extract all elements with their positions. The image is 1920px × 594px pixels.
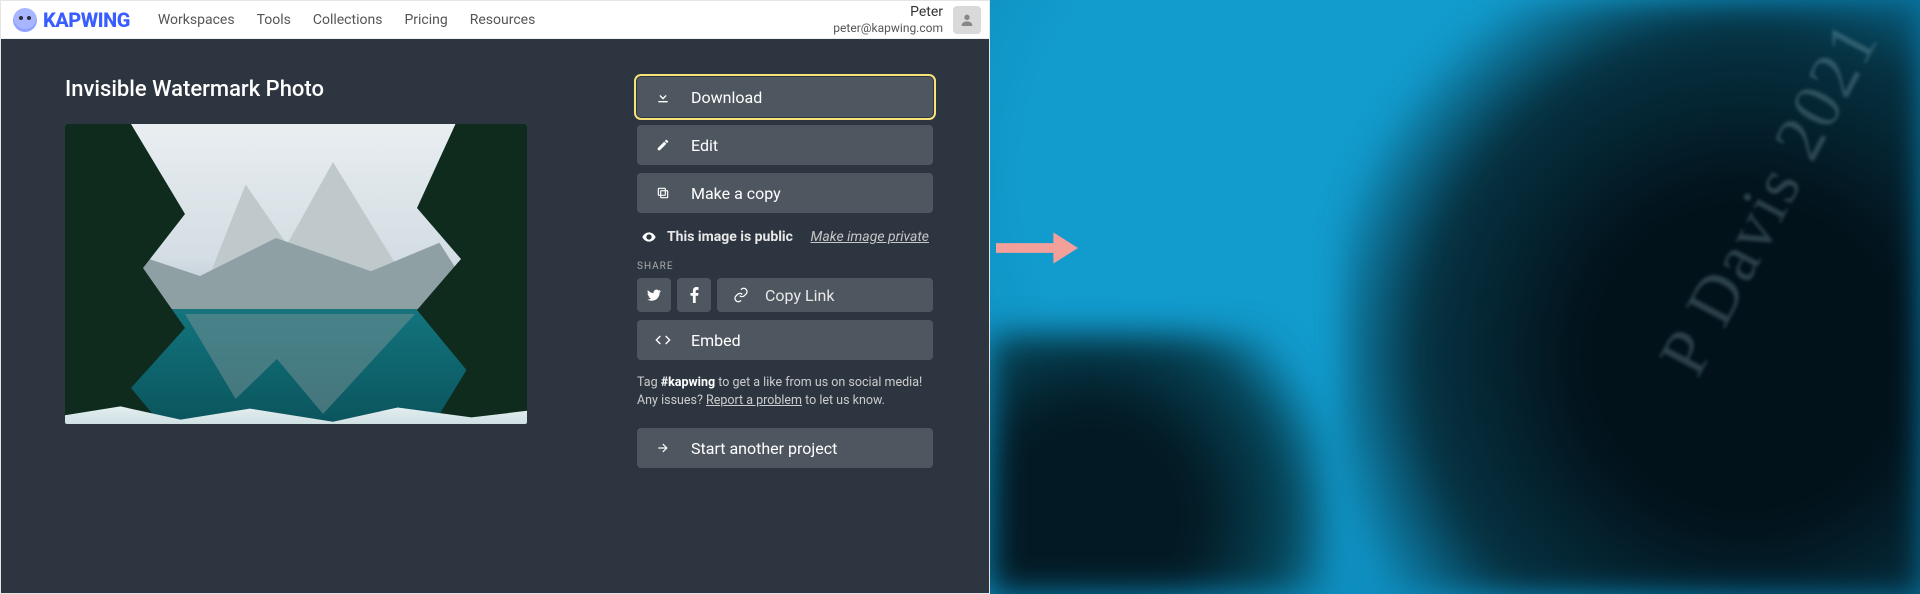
account-menu[interactable]: Peter peter@kapwing.com xyxy=(833,4,981,35)
make-private-link[interactable]: Make image private xyxy=(810,229,929,245)
avatar[interactable] xyxy=(953,6,981,34)
download-icon xyxy=(655,89,671,105)
share-twitter-button[interactable] xyxy=(637,278,671,312)
user-icon xyxy=(959,12,975,28)
brand-text: KAPWING xyxy=(43,8,130,32)
nav-resources[interactable]: Resources xyxy=(470,12,536,28)
nav-collections[interactable]: Collections xyxy=(313,12,383,28)
main-nav: Workspaces Tools Collections Pricing Res… xyxy=(158,12,535,28)
start-another-button[interactable]: Start another project xyxy=(637,428,933,468)
make-copy-button[interactable]: Make a copy xyxy=(637,173,933,213)
copy-link-label: Copy Link xyxy=(765,286,834,305)
download-label: Download xyxy=(691,88,762,107)
code-icon xyxy=(655,332,671,348)
project-preview[interactable] xyxy=(65,124,527,424)
annotation-arrow xyxy=(996,226,1078,270)
account-email: peter@kapwing.com xyxy=(833,21,943,35)
visibility-row: This image is public Make image private xyxy=(637,221,933,261)
start-another-label: Start another project xyxy=(691,439,837,458)
page-title: Invisible Watermark Photo xyxy=(65,77,527,102)
edit-button[interactable]: Edit xyxy=(637,125,933,165)
header: KAPWING Workspaces Tools Collections Pri… xyxy=(1,1,989,39)
link-icon xyxy=(733,287,749,303)
brand-logo[interactable]: KAPWING xyxy=(13,8,130,32)
make-copy-label: Make a copy xyxy=(691,184,781,203)
download-button[interactable]: Download xyxy=(637,77,933,117)
project-canvas: Invisible Watermark Photo Download xyxy=(1,39,989,593)
twitter-icon xyxy=(646,287,662,303)
arrow-right-icon xyxy=(655,440,671,456)
account-text: Peter peter@kapwing.com xyxy=(833,4,943,35)
zoom-detail: P Davis 2021 xyxy=(990,0,1920,594)
edit-label: Edit xyxy=(691,136,718,155)
pencil-icon xyxy=(655,137,671,153)
account-name: Peter xyxy=(833,4,943,21)
share-row: Copy Link xyxy=(637,278,933,312)
copy-icon xyxy=(655,185,671,201)
embed-button[interactable]: Embed xyxy=(637,320,933,360)
brand-icon xyxy=(13,8,37,32)
eye-icon xyxy=(641,229,657,245)
share-label: SHARE xyxy=(637,261,933,272)
nav-tools[interactable]: Tools xyxy=(257,12,291,28)
hashtag: #kapwing xyxy=(661,375,715,390)
share-facebook-button[interactable] xyxy=(677,278,711,312)
report-problem-link[interactable]: Report a problem xyxy=(706,393,802,408)
visibility-status: This image is public xyxy=(667,229,793,245)
embed-label: Embed xyxy=(691,331,741,350)
nav-pricing[interactable]: Pricing xyxy=(404,12,447,28)
copy-link-button[interactable]: Copy Link xyxy=(717,278,933,312)
kapwing-app: KAPWING Workspaces Tools Collections Pri… xyxy=(0,0,990,594)
nav-workspaces[interactable]: Workspaces xyxy=(158,12,235,28)
facebook-icon xyxy=(690,287,699,303)
tag-hint: Tag #kapwing to get a like from us on so… xyxy=(637,374,933,410)
